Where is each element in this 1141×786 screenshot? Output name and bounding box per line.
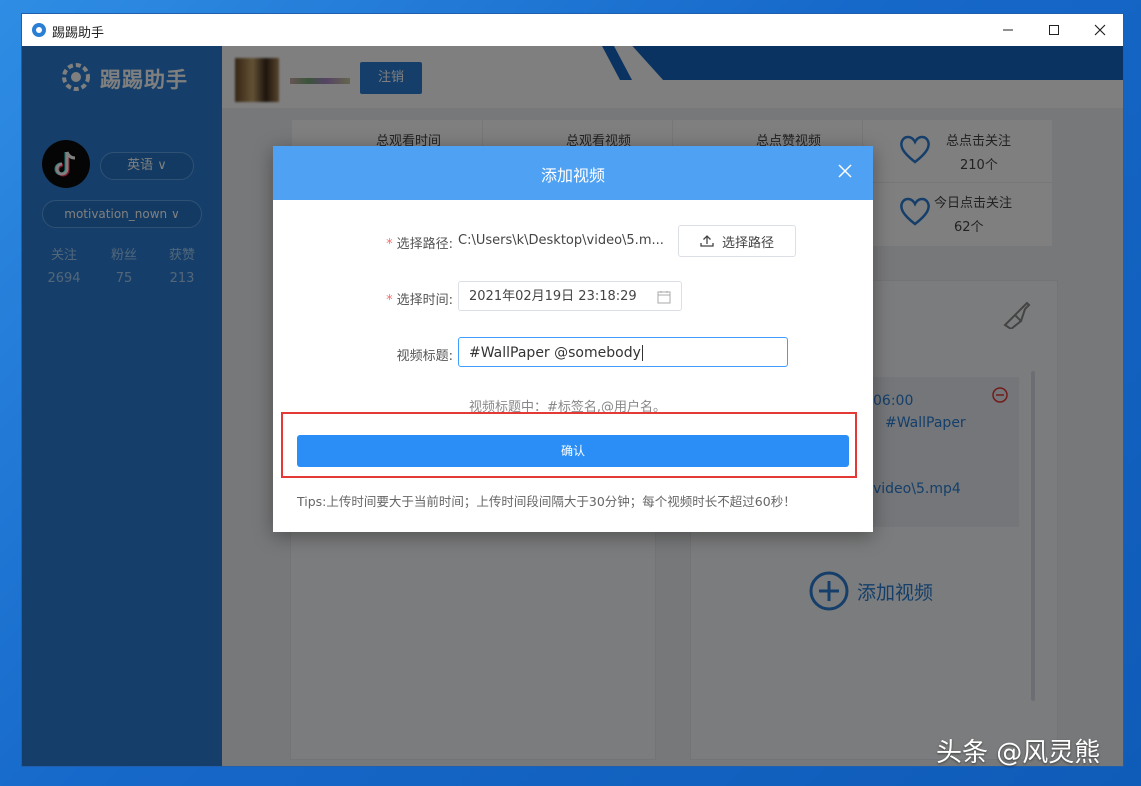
window-title: 踢踢助手 <box>52 26 105 41</box>
minimize-icon <box>1003 29 1013 31</box>
app-gear-icon <box>32 23 46 37</box>
video-title-input[interactable]: #WallPaper @somebody <box>458 337 788 367</box>
label-colon: : <box>448 237 453 252</box>
tips-text: Tips:上传时间要大于当前时间；上传时间段间隔大于30分钟；每个视频时长不超过… <box>297 494 796 509</box>
minimize-button[interactable] <box>985 14 1031 46</box>
select-path-button[interactable]: 选择路径 <box>678 225 796 257</box>
time-label-text: 选择时间 <box>396 293 449 308</box>
dialog-header: 添加视频 <box>273 146 873 200</box>
datetime-picker-input[interactable]: 2021年02月19日 23:18:29 <box>458 281 682 311</box>
text-cursor <box>641 345 643 361</box>
required-marker: * <box>386 293 393 308</box>
video-title-label: 视频标题: <box>313 345 453 364</box>
close-icon <box>838 164 852 178</box>
video-title-value: #WallPaper @somebody <box>469 345 641 361</box>
label-colon: : <box>448 293 453 308</box>
add-video-dialog: 添加视频 * 选择路径: C:\Users\k\Desktop\video\5.m… <box>273 146 873 532</box>
confirm-button[interactable]: 确认 <box>297 435 849 467</box>
select-path-label: 选择路径 <box>721 235 774 251</box>
app-window: 踢踢助手 踢踢助手 注销 <box>22 14 1123 766</box>
upload-icon <box>700 235 714 247</box>
label-colon: : <box>448 349 453 364</box>
calendar-icon <box>657 291 671 304</box>
datetime-value: 2021年02月19日 23:18:29 <box>469 289 637 304</box>
watermark: 头条 @风灵熊 <box>936 738 1101 768</box>
path-value: C:\Users\k\Desktop\video\5.m... <box>458 233 664 248</box>
required-marker: * <box>386 237 393 252</box>
dialog-title: 添加视频 <box>540 166 605 185</box>
maximize-icon <box>1049 25 1059 35</box>
title-bar: 踢踢助手 <box>22 14 1123 47</box>
path-label-text: 选择路径 <box>396 237 449 252</box>
close-window-button[interactable] <box>1077 14 1123 46</box>
close-icon <box>1094 24 1106 36</box>
path-label: * 选择路径: <box>313 233 453 252</box>
video-title-label-text: 视频标题 <box>396 349 449 364</box>
time-label: * 选择时间: <box>313 289 453 308</box>
dialog-close-button[interactable] <box>835 163 855 183</box>
maximize-button[interactable] <box>1031 14 1077 46</box>
